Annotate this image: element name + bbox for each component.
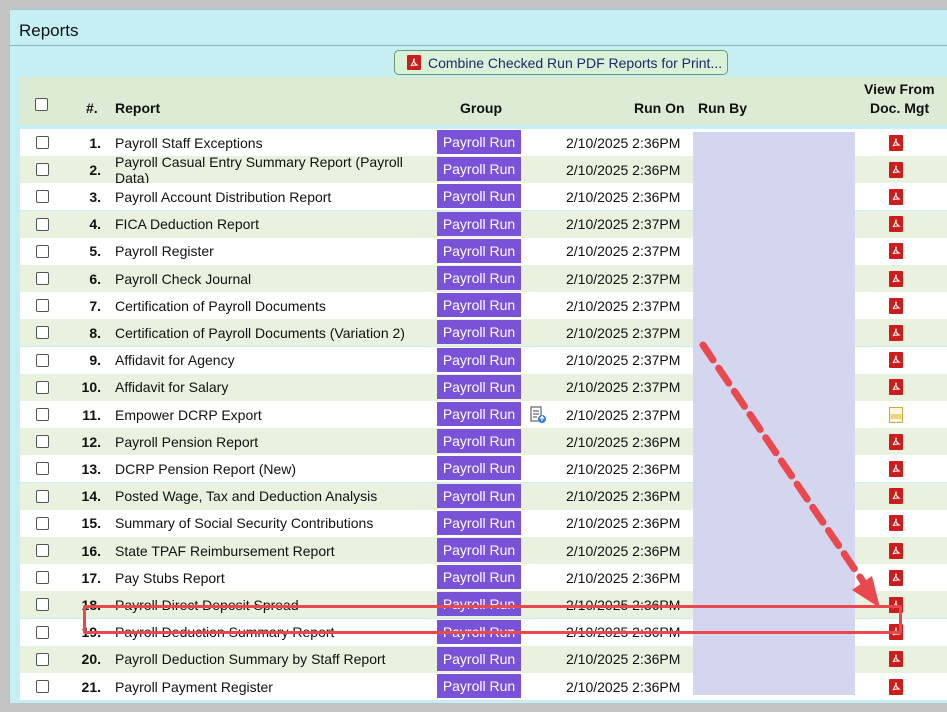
reports-panel: Reports Combine Checked Run PDF Reports … (9, 9, 947, 703)
annotation-arrow (699, 341, 880, 608)
